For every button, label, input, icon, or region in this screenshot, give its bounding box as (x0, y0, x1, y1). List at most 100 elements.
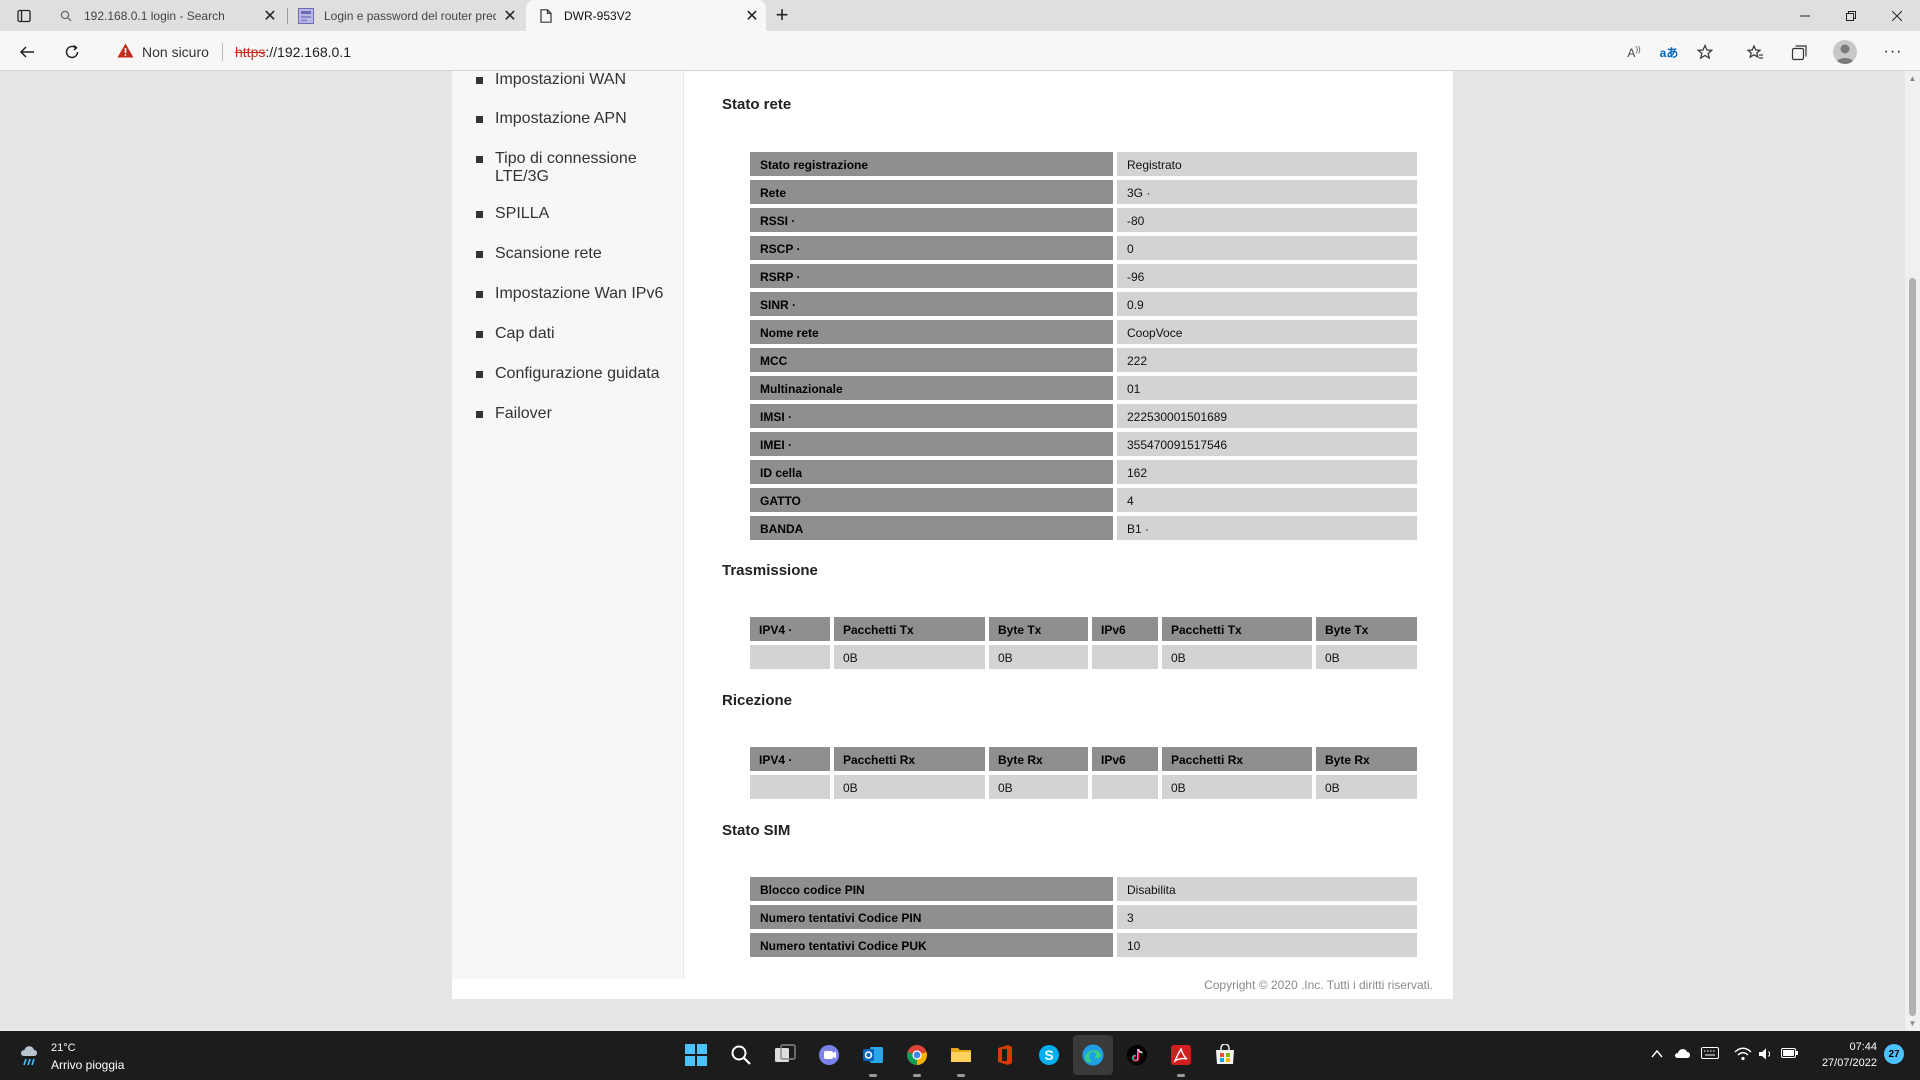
scroll-down-icon[interactable]: ▼ (1908, 1019, 1917, 1028)
sim-status-value: 3 (1117, 905, 1417, 929)
page-icon (538, 8, 554, 24)
weather-rain-icon[interactable] (18, 1041, 46, 1074)
tab-router-password[interactable]: Login e password del router predefiniti … (286, 0, 524, 31)
network-status-value: B1 · (1117, 516, 1417, 540)
sidebar-item-connection-type[interactable]: Tipo di connessione LTE/3G (476, 150, 676, 186)
close-window-button[interactable] (1874, 0, 1920, 31)
restore-button[interactable] (1828, 0, 1874, 31)
keyboard-icon[interactable] (1701, 1047, 1719, 1062)
network-status-value: 01 (1117, 376, 1417, 400)
reception-value: 0B (989, 775, 1088, 799)
favorites-icon (1746, 44, 1763, 59)
chrome-button[interactable] (902, 1040, 932, 1077)
settings-menu-button[interactable]: ··· (1880, 39, 1906, 65)
clock-date[interactable]: 27/07/2022 (1810, 1057, 1877, 1069)
network-status-value: 355470091517546 (1117, 432, 1417, 456)
office-button[interactable] (990, 1040, 1020, 1070)
read-aloud-button[interactable]: A)) (1621, 39, 1647, 65)
transmission-header: Pacchetti Tx (1162, 617, 1312, 641)
acrobat-button[interactable] (1166, 1040, 1196, 1077)
network-status-row: Rete 3G · (750, 180, 1417, 204)
tab-title: Login e password del router predefiniti (324, 8, 496, 23)
start-icon (685, 1044, 707, 1066)
tab-title: DWR-953V2 (564, 8, 632, 23)
new-tab-button[interactable]: + (770, 4, 794, 28)
translate-button[interactable]: aあ (1656, 39, 1682, 65)
chat-icon (819, 1045, 839, 1065)
outlook-button[interactable] (858, 1040, 888, 1077)
sidebar-item-wan-settings[interactable]: Impostazioni WAN (476, 71, 676, 89)
address-input[interactable]: https://192.168.0.1 (235, 44, 351, 60)
refresh-icon (65, 44, 79, 59)
volume-icon[interactable] (1758, 1047, 1774, 1064)
tab-dwr-953v2[interactable]: DWR-953V2 ✕ (526, 0, 766, 31)
onedrive-icon[interactable] (1674, 1047, 1692, 1062)
sidebar-item-failover[interactable]: Failover (476, 405, 676, 423)
network-status-value: 162 (1117, 460, 1417, 484)
vertical-scrollbar[interactable]: ▲ ▼ (1905, 71, 1920, 1031)
skype-button[interactable]: S (1034, 1040, 1064, 1070)
store-icon (1216, 1044, 1234, 1064)
network-status-label: ID cella (750, 460, 1113, 484)
scrollbar-thumb[interactable] (1909, 278, 1916, 1016)
network-status-label: GATTO (750, 488, 1113, 512)
weather-temperature[interactable]: 21°C (51, 1042, 76, 1054)
refresh-button[interactable] (59, 39, 85, 65)
add-favorite-button[interactable] (1692, 39, 1718, 65)
transmission-value: 0B (1162, 645, 1312, 669)
start-button[interactable] (681, 1040, 711, 1070)
page-viewport: Impostazioni WAN Impostazione APN Tipo d… (0, 71, 1905, 1031)
profile-avatar[interactable] (1833, 40, 1857, 64)
outlook-icon (863, 1047, 883, 1063)
tab-actions-button[interactable] (10, 6, 38, 26)
taskbar-search-button[interactable] (726, 1040, 756, 1070)
transmission-value: 0B (1316, 645, 1417, 669)
tab-search[interactable]: 192.168.0.1 login - Search ✕ (46, 0, 284, 31)
scroll-up-icon[interactable]: ▲ (1908, 74, 1917, 83)
tiktok-button[interactable] (1122, 1040, 1152, 1070)
warning-icon[interactable] (117, 43, 134, 58)
copyright-text: Copyright © 2020 .Inc. Tutti i diritti r… (1204, 978, 1433, 992)
sidebar-item-network-scan[interactable]: Scansione rete (476, 245, 676, 263)
network-status-label: MCC (750, 348, 1113, 372)
reception-value: 0B (1162, 775, 1312, 799)
sidebar-item-setup-wizard[interactable]: Configurazione guidata (476, 365, 676, 383)
network-status-row: SINR · 0.9 (750, 292, 1417, 316)
collections-button[interactable] (1786, 39, 1812, 65)
router-panel: Impostazioni WAN Impostazione APN Tipo d… (452, 71, 1453, 999)
sidebar-item-apn-settings[interactable]: Impostazione APN (476, 110, 676, 128)
wifi-icon[interactable] (1734, 1047, 1752, 1064)
reception-value (1092, 775, 1158, 799)
store-button[interactable] (1210, 1040, 1240, 1070)
task-view-button[interactable] (770, 1040, 800, 1070)
teams-chat-button[interactable] (814, 1040, 844, 1070)
network-status-label: BANDA (750, 516, 1113, 540)
more-icon: ··· (1883, 43, 1903, 60)
network-status-value: 4 (1117, 488, 1417, 512)
security-status[interactable]: Non sicuro (142, 44, 209, 60)
tab-close-button[interactable]: ✕ (256, 6, 284, 26)
tab-close-button[interactable]: ✕ (738, 6, 766, 26)
notification-badge[interactable]: 27 (1884, 1044, 1904, 1064)
sidebar-item-wan-ipv6[interactable]: Impostazione Wan IPv6 (476, 285, 676, 303)
weather-description[interactable]: Arrivo pioggia (51, 1058, 124, 1072)
sidebar-item-data-cap[interactable]: Cap dati (476, 325, 676, 343)
sim-status-row: Blocco codice PIN Disabilita (750, 877, 1417, 901)
chevron-up-icon[interactable] (1651, 1047, 1663, 1062)
network-status-value: CoopVoce (1117, 320, 1417, 344)
favorites-button[interactable] (1742, 39, 1768, 65)
office-icon (998, 1045, 1012, 1065)
battery-icon[interactable] (1781, 1047, 1799, 1062)
network-status-label: RSSI · (750, 208, 1113, 232)
tab-close-button[interactable]: ✕ (496, 6, 524, 26)
back-button[interactable] (14, 39, 40, 65)
minimize-button[interactable] (1782, 0, 1828, 31)
user-icon (1836, 44, 1854, 64)
sidebar-item-pin[interactable]: SPILLA (476, 205, 676, 223)
reception-header: Pacchetti Rx (1162, 747, 1312, 771)
file-explorer-button[interactable] (946, 1040, 976, 1077)
clock-time[interactable]: 07:44 (1810, 1041, 1877, 1053)
edge-button[interactable] (1073, 1035, 1113, 1075)
read-aloud-icon: A)) (1627, 44, 1641, 60)
transmission-value: 0B (989, 645, 1088, 669)
